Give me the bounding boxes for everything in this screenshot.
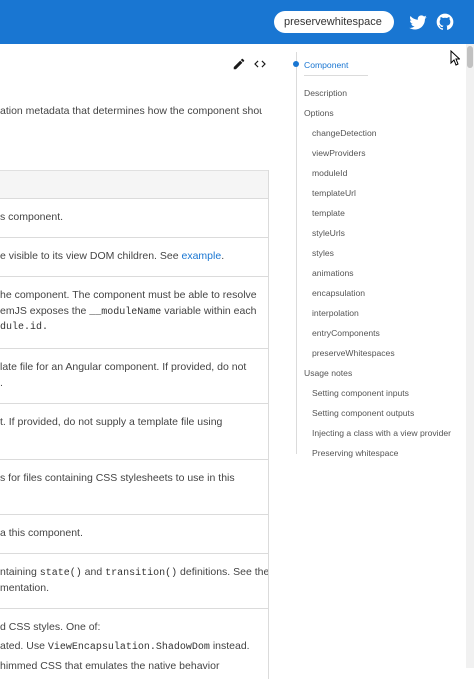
- row-description: a this component.: [0, 527, 83, 539]
- row-description: emJS exposes the __moduleName variable w…: [0, 305, 256, 318]
- options-table: s component. e visible to its view DOM c…: [0, 170, 269, 679]
- toc-item-changedetection[interactable]: changeDetection: [312, 128, 377, 138]
- table-row: t. If provided, do not supply a template…: [0, 404, 268, 460]
- row-description: mentation.: [0, 582, 50, 594]
- row-description: t. If provided, do not supply a template…: [0, 416, 223, 428]
- row-text: variable within each: [161, 305, 257, 317]
- toc-item-injecting-class[interactable]: Injecting a class with a view provider: [312, 428, 451, 438]
- row-text: instead.: [209, 640, 250, 652]
- mouse-cursor-icon: [450, 50, 460, 66]
- row-text: definitions. See the: [177, 566, 268, 578]
- active-indicator: [293, 61, 299, 67]
- table-row: late file for an Angular component. If p…: [0, 349, 268, 404]
- row-text: ated. Use: [0, 640, 48, 652]
- table-row: d CSS styles. One of: ated. Use ViewEnca…: [0, 609, 268, 679]
- toc-item-preservewhitespaces[interactable]: preserveWhitespaces: [312, 348, 395, 358]
- code-snippet: state(): [39, 568, 82, 579]
- github-icon[interactable]: [435, 12, 455, 32]
- row-description: .: [0, 377, 3, 389]
- toc-item-viewproviders[interactable]: viewProviders: [312, 148, 366, 158]
- code-snippet: transition(): [105, 568, 178, 579]
- row-text: emJS exposes the: [0, 305, 90, 317]
- toc-item-setting-inputs[interactable]: Setting component inputs: [312, 388, 409, 398]
- intro-text: ation metadata that determines how the c…: [0, 105, 262, 117]
- row-description: d CSS styles. One of:: [0, 621, 101, 633]
- row-text: and: [81, 566, 106, 578]
- period-text: .: [221, 250, 225, 262]
- row-text: ntaining: [0, 566, 40, 578]
- toc-item-styles[interactable]: styles: [312, 248, 334, 258]
- row-text: e visible to its view DOM children. See: [0, 250, 182, 262]
- code-snippet: dule.id.: [0, 322, 49, 333]
- row-description: ntaining state() and transition() defini…: [0, 566, 268, 579]
- row-description: he component. The component must be able…: [0, 289, 257, 301]
- toc-item-usage-notes[interactable]: Usage notes: [304, 368, 352, 378]
- row-description: himmed CSS that emulates the native beha…: [0, 660, 220, 672]
- row-description: e visible to its view DOM children. See …: [0, 250, 224, 262]
- table-row: he component. The component must be able…: [0, 277, 268, 349]
- toc-item-interpolation[interactable]: interpolation: [312, 308, 359, 318]
- page-scrollbar[interactable]: [466, 44, 474, 668]
- toc-item-description[interactable]: Description: [304, 88, 347, 98]
- pencil-icon[interactable]: [232, 57, 246, 71]
- toc-item-template[interactable]: template: [312, 208, 345, 218]
- table-of-contents: Component Description Options changeDete…: [293, 52, 467, 458]
- toc-item-templateurl[interactable]: templateUrl: [312, 188, 356, 198]
- row-description: s component.: [0, 211, 64, 223]
- table-header: [0, 170, 268, 199]
- table-row: a this component.: [0, 515, 268, 554]
- table-row: ntaining state() and transition() defini…: [0, 554, 268, 609]
- code-snippet: ViewEncapsulation.ShadowDom: [47, 642, 210, 653]
- toc-item-component[interactable]: Component: [304, 60, 348, 70]
- search-input[interactable]: [274, 11, 394, 33]
- page-scrollbar-thumb[interactable]: [467, 46, 473, 68]
- row-description: s for files containing CSS stylesheets t…: [0, 472, 235, 484]
- table-row: s component.: [0, 199, 268, 238]
- toc-item-preserving-whitespace[interactable]: Preserving whitespace: [312, 448, 398, 458]
- toc-item-animations[interactable]: animations: [312, 268, 354, 278]
- row-description: ated. Use ViewEncapsulation.ShadowDom in…: [0, 640, 250, 653]
- table-row: s for files containing CSS stylesheets t…: [0, 460, 268, 515]
- code-snippet: __moduleName: [89, 307, 162, 318]
- twitter-icon[interactable]: [408, 12, 428, 32]
- table-row: e visible to its view DOM children. See …: [0, 238, 268, 277]
- toc-item-setting-outputs[interactable]: Setting component outputs: [312, 408, 414, 418]
- toc-divider: [304, 75, 368, 76]
- code-icon[interactable]: [253, 57, 267, 71]
- toc-item-entrycomponents[interactable]: entryComponents: [312, 328, 380, 338]
- top-bar: [0, 0, 474, 44]
- row-description: late file for an Angular component. If p…: [0, 361, 247, 373]
- toc-item-options[interactable]: Options: [304, 108, 334, 118]
- toc-item-encapsulation[interactable]: encapsulation: [312, 288, 365, 298]
- example-link[interactable]: example: [181, 250, 221, 262]
- toc-item-styleurls[interactable]: styleUrls: [312, 228, 345, 238]
- toc-item-moduleid[interactable]: moduleId: [312, 168, 347, 178]
